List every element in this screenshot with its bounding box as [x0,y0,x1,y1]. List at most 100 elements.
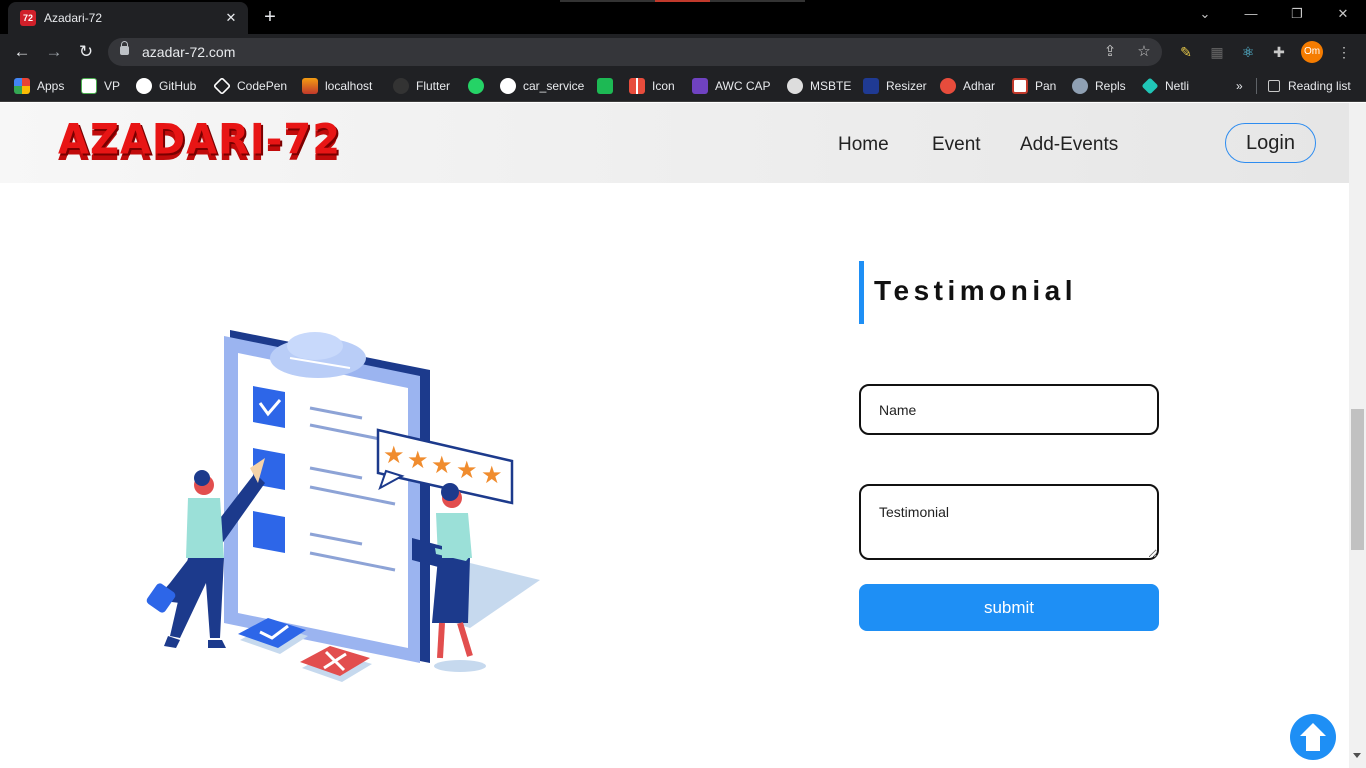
bookmark-label: car_service [523,79,585,93]
new-tab-icon[interactable]: + [258,6,282,28]
browser-toolbar: ← → ↻ azadar-72.com ⇪ ☆ ✎ ▦ ⚛ ✚ Om ⋮ [0,34,1366,70]
flutter-icon [393,78,409,94]
bookmark-label: Flutter [416,79,451,93]
site-navbar: AZADARI-72 Home Event Add-Events Login [0,103,1349,183]
forward-icon[interactable]: → [42,40,66,64]
icon-grid-icon [629,78,645,94]
whatsapp-icon [468,78,484,94]
bookmark-label: Pan [1035,79,1057,93]
extension-grid-icon[interactable]: ▦ [1207,42,1227,62]
bookmark-flutter[interactable]: Flutter [393,76,450,96]
bookmark-star-icon[interactable]: ☆ [1134,42,1154,62]
awc-icon [692,78,708,94]
web-page: AZADARI-72 Home Event Add-Events Login ★ [0,103,1349,768]
msbte-icon [787,78,803,94]
bookmark-label: Apps [37,79,65,93]
bookmark-label: CodePen [237,79,288,93]
tab-search-icon[interactable]: ⌄ [1193,6,1217,22]
bookmark-label: MSBTE [810,79,852,93]
bookmark-vp[interactable]: VP [81,76,120,96]
bookmark-car-service[interactable]: car_service [500,76,584,96]
bookmark-pan[interactable]: Pan [1012,76,1056,96]
bookmark-whatsapp[interactable] [468,76,491,96]
react-devtools-icon[interactable]: ⚛ [1238,42,1258,62]
menu-kebab-icon[interactable]: ⋮ [1334,42,1354,62]
bookmark-green-app[interactable] [597,76,620,96]
bookmark-label: Adhar [963,79,996,93]
heading-accent-bar [859,261,864,324]
bookmark-label: GitHub [159,79,197,93]
svg-text:★: ★ [481,461,503,489]
svg-text:★: ★ [383,441,405,469]
close-window-icon[interactable]: ✕ [1331,6,1355,22]
tab-strip-indicator [560,0,805,2]
bookmark-apps[interactable]: Apps [14,76,64,96]
localhost-icon [302,78,318,94]
bookmark-label: localhost [325,79,373,93]
nav-home-link[interactable]: Home [838,134,889,156]
tab-close-icon[interactable]: ✕ [222,9,240,27]
testimonial-textarea[interactable] [859,484,1159,560]
reload-icon[interactable]: ↻ [74,40,98,64]
bookmark-adhar[interactable]: Adhar [940,76,995,96]
extension-pen-icon[interactable]: ✎ [1176,42,1196,62]
vp-icon [81,78,97,94]
netlify-icon [1141,77,1159,95]
apps-grid-icon [14,78,30,94]
bookmarks-overflow-icon[interactable]: » [1236,76,1243,96]
github-icon [136,78,152,94]
codepen-icon [212,76,232,96]
site-logo[interactable]: AZADARI-72 [58,116,341,164]
scroll-down-icon[interactable] [1353,753,1361,758]
submit-button[interactable]: submit [859,584,1159,631]
restore-icon[interactable]: ❐ [1285,6,1309,22]
reading-list-icon [1268,80,1280,92]
bookmark-netlify[interactable]: Netli [1141,76,1190,96]
login-button[interactable]: Login [1225,123,1316,163]
nav-add-events-link[interactable]: Add-Events [1020,134,1118,156]
svg-text:★: ★ [431,451,453,479]
tab-title: Azadari-72 [44,11,103,25]
minimize-icon[interactable]: — [1239,6,1263,21]
scrollbar-thumb[interactable] [1351,409,1364,550]
bookmark-repls[interactable]: Repls [1072,76,1126,96]
arrow-up-icon [1300,723,1326,751]
bookmark-localhost[interactable]: localhost [302,76,372,96]
testimonial-illustration: ★ ★ ★ ★ ★ [146,330,540,682]
bookmark-label: Resizer [886,79,927,93]
extensions-puzzle-icon[interactable]: ✚ [1269,42,1289,62]
address-bar[interactable]: azadar-72.com ⇪ ☆ [108,38,1162,66]
browser-titlebar: 72 Azadari-72 ✕ + ⌄ — ❐ ✕ [0,0,1366,34]
resizer-icon [863,78,879,94]
bookmark-label: VP [104,79,121,93]
lock-icon [120,41,129,55]
scroll-to-top-button[interactable] [1290,714,1336,760]
bookmark-icon[interactable]: Icon [629,76,675,96]
svg-text:★: ★ [456,456,478,484]
testimonial-heading: Testimonial [874,275,1078,306]
bookmarks-bar: Apps VP GitHub CodePen localhost Flutter… [0,70,1366,102]
bookmark-label: Repls [1095,79,1126,93]
reading-list-label: Reading list [1288,79,1351,93]
browser-tab[interactable]: 72 Azadari-72 ✕ [8,2,248,34]
bookmarks-separator [1256,78,1257,94]
back-icon[interactable]: ← [10,40,34,64]
bookmark-label: AWC CAP [715,79,771,93]
bookmark-label: Icon [652,79,675,93]
bookmark-awc-cap[interactable]: AWC CAP [692,76,771,96]
bookmark-codepen[interactable]: CodePen [212,76,288,96]
share-icon[interactable]: ⇪ [1100,42,1120,62]
name-input[interactable] [859,384,1159,435]
nav-event-link[interactable]: Event [932,134,981,156]
url-text[interactable]: azadar-72.com [142,44,235,60]
bookmark-label: Netli [1165,79,1190,93]
green-app-icon [597,78,613,94]
page-scrollbar[interactable] [1349,103,1366,768]
reading-list-button[interactable]: Reading list [1268,76,1351,96]
bookmark-github[interactable]: GitHub [136,76,196,96]
bookmark-msbte[interactable]: MSBTE [787,76,851,96]
bookmark-resizer[interactable]: Resizer [863,76,927,96]
repls-icon [1072,78,1088,94]
tab-favicon-icon: 72 [20,10,36,26]
profile-avatar[interactable]: Om [1301,41,1323,63]
